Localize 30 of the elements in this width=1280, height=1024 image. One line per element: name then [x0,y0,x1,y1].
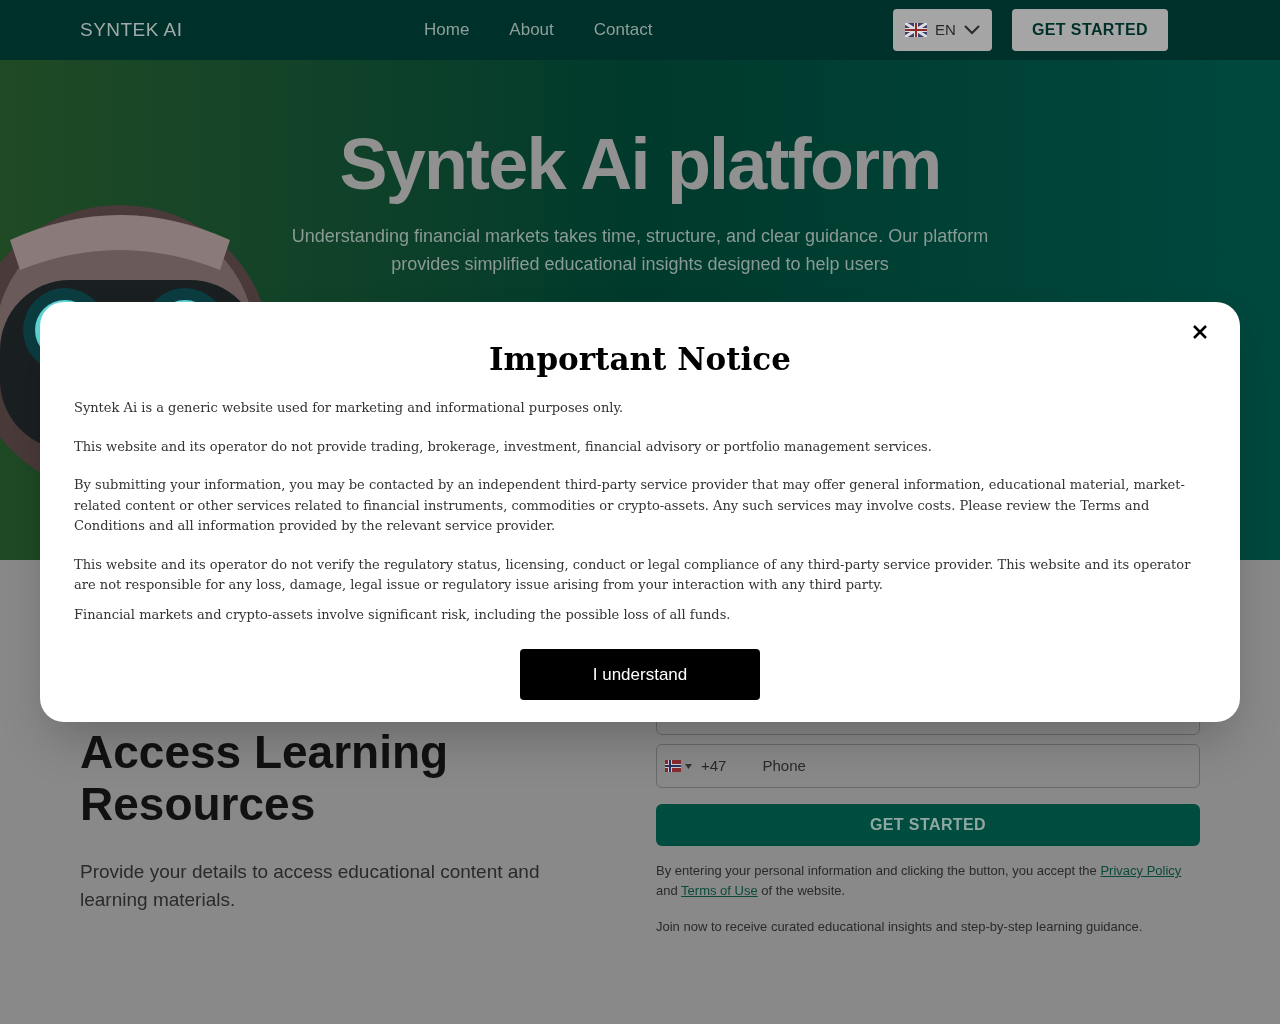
hero-title: Syntek Ai platform [339,123,941,206]
understand-button[interactable]: I understand [520,649,760,700]
submit-button[interactable]: GET STARTED [656,804,1200,846]
phone-field[interactable]: +47 Phone [656,744,1200,788]
terms-link[interactable]: Terms of Use [681,883,758,898]
notice-paragraph: This website and its operator do not verify the regulatory status, licensing, conduct or legal compliance of any third-party service provider. This website and its operator are not responsible for any loss, damage, legal issue or regulatory issue arising from your interaction with any third party. [74,555,1192,594]
nav-link[interactable]: About [509,17,554,43]
notice-paragraph: This website and its operator do not provide trading, brokerage, investment, financial advisory or portfolio management services. [74,437,933,456]
notice-paragraph: By submitting your information, you may be contacted by an independent third-party service provider that may offer general information, educational material, market-related content or other services related to financial instruments, commodities or crypto-assets. Any such services may involve costs. Please review the Terms and Conditions and all information provided by the relevant service provider. [74,476,1186,535]
notice-paragraph: Financial markets and crypto-assets involve significant risk, including the possible loss of all funds. [74,605,732,624]
logo[interactable]: SYNTEK AI [80,15,410,45]
phone-input[interactable]: Phone [762,754,1191,778]
caret-icon [685,763,692,769]
consent-text: By entering your personal information and clicking the button, you accept the Privacy Policy and Terms of Use of the website. [656,862,1183,900]
country-code: +47 [701,755,727,776]
language-selector[interactable]: EN [893,9,992,51]
flag-icon [905,23,928,37]
section-heading: Access Learning Resources [80,726,450,830]
dialog-title: Important Notice [488,340,792,378]
hero-text: Understanding financial markets takes time, structure, and clear guidance. Our platform provides simplified educational insights designed to help users [290,225,990,276]
join-text: Join now to receive curated educational insights and step-by-step learning guidance. [656,918,1144,936]
chevron-icon [963,25,980,35]
nav-link[interactable]: Home [424,17,470,43]
close-icon [1193,325,1207,339]
flag-icon [665,760,681,772]
get-started-button[interactable]: GET STARTED [1011,9,1168,51]
section-text: Provide your details to access educational content and learning materials. [80,860,541,912]
nav-link[interactable]: Contact [593,17,653,43]
notice-paragraph: Syntek Ai is a generic website used for marketing and informational purposes only. [74,399,625,417]
privacy-link[interactable]: Privacy Policy [1100,863,1182,878]
